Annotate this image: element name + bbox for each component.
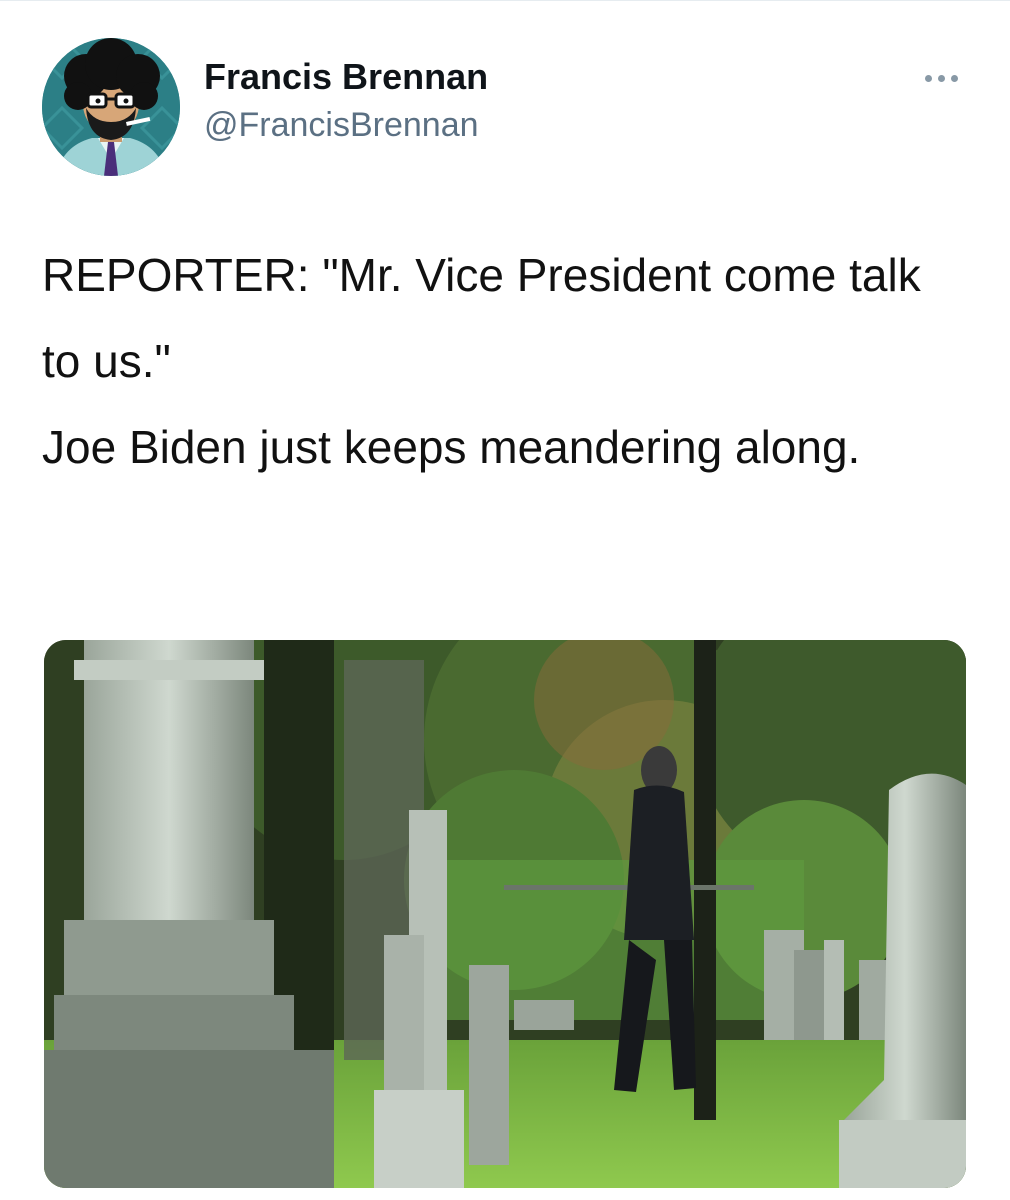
- more-dot: [937, 74, 945, 82]
- avatar-illustration: [42, 38, 180, 176]
- tweet-paragraph: REPORTER: "Mr. Vice President come talk …: [42, 249, 921, 387]
- tweet-card: Francis Brennan @FrancisBrennan REPORTER…: [0, 0, 1010, 1200]
- more-dot: [924, 74, 932, 82]
- author-handle[interactable]: @FrancisBrennan: [204, 106, 479, 145]
- video-frame: [44, 640, 966, 1188]
- tweet-text: REPORTER: "Mr. Vice President come talk …: [42, 232, 962, 490]
- more-dot: [950, 74, 958, 82]
- more-horizontal-icon[interactable]: [916, 64, 966, 92]
- author-avatar[interactable]: [42, 38, 180, 176]
- tweet-paragraph: Joe Biden just keeps meandering along.: [42, 421, 861, 473]
- tweet-video[interactable]: [44, 640, 966, 1188]
- author-display-name[interactable]: Francis Brennan: [204, 56, 488, 98]
